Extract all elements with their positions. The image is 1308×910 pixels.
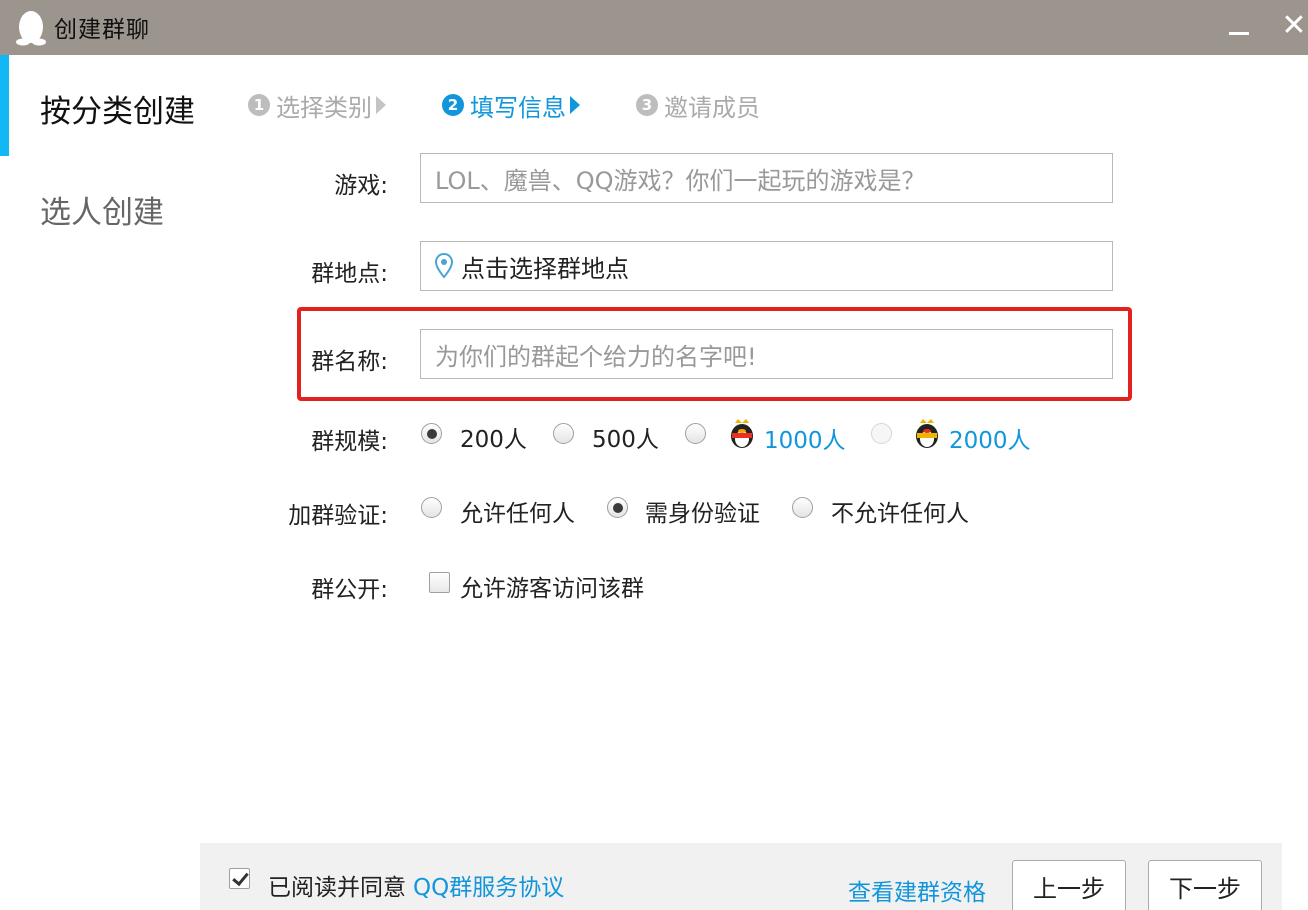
minimize-icon[interactable] xyxy=(1226,12,1252,42)
agree-text: 已阅读并同意 xyxy=(268,875,406,901)
verify-none-radio[interactable] xyxy=(792,497,813,518)
size-2000-radio[interactable] xyxy=(871,423,892,444)
step-invite-members: 3 邀请成员 xyxy=(636,88,760,122)
step-arrow-icon xyxy=(570,96,580,114)
allow-visitors-label: 允许游客访问该群 xyxy=(460,576,644,602)
location-label: 群地点: xyxy=(311,261,388,287)
sidebar-item-create-by-people[interactable]: 选人创建 xyxy=(40,187,164,232)
size-2000-label: 2000人 xyxy=(949,428,1031,454)
game-input-placeholder: LOL、魔兽、QQ游戏？你们一起玩的游戏是？ xyxy=(435,166,926,195)
step-number: 1 xyxy=(248,94,270,116)
group-name-label: 群名称: xyxy=(311,349,388,375)
step-label: 邀请成员 xyxy=(664,93,760,122)
step-label: 填写信息 xyxy=(470,93,566,122)
verify-anyone-label: 允许任何人 xyxy=(460,501,575,527)
size-200-label: 200人 xyxy=(460,427,527,453)
size-1000-radio[interactable] xyxy=(685,423,706,444)
close-icon[interactable]: ✕ xyxy=(1280,6,1308,46)
window-title: 创建群聊 xyxy=(54,17,150,43)
group-name-input[interactable]: 为你们的群起个给力的名字吧! xyxy=(420,329,1113,379)
group-name-placeholder: 为你们的群起个给力的名字吧! xyxy=(435,342,757,371)
prev-step-button[interactable]: 上一步 xyxy=(1012,860,1126,910)
step-label: 选择类别 xyxy=(276,93,372,122)
allow-visitors-checkbox[interactable] xyxy=(429,572,450,593)
size-500-radio[interactable] xyxy=(553,423,574,444)
verify-anyone-radio[interactable] xyxy=(421,497,442,518)
agree-checkbox[interactable] xyxy=(229,868,250,889)
view-qualification-link[interactable]: 查看建群资格 xyxy=(848,873,986,907)
size-500-label: 500人 xyxy=(592,427,659,453)
verify-identity-radio[interactable] xyxy=(607,497,628,518)
game-label: 游戏: xyxy=(334,173,388,199)
title-bar: 创建群聊 ✕ xyxy=(0,0,1308,55)
game-input[interactable]: LOL、魔兽、QQ游戏？你们一起玩的游戏是？ xyxy=(420,153,1113,203)
verify-identity-label: 需身份验证 xyxy=(645,501,760,527)
verify-label: 加群验证: xyxy=(288,503,388,529)
service-agreement-link[interactable]: QQ群服务协议 xyxy=(413,868,564,902)
next-step-button[interactable]: 下一步 xyxy=(1148,860,1262,910)
step-number: 3 xyxy=(636,94,658,116)
location-value: 点击选择群地点 xyxy=(461,254,629,283)
location-pin-icon xyxy=(435,253,453,279)
step-number: 2 xyxy=(442,94,464,116)
size-1000-label: 1000人 xyxy=(764,428,846,454)
sidebar-active-indicator xyxy=(0,55,9,156)
vip-penguin-red-icon xyxy=(731,419,753,448)
step-select-category: 1 选择类别 xyxy=(248,88,386,122)
group-size-label: 群规模: xyxy=(311,429,388,455)
vip-penguin-gold-icon xyxy=(916,419,938,448)
step-fill-info: 2 填写信息 xyxy=(442,88,580,122)
size-200-radio[interactable] xyxy=(421,423,442,444)
step-arrow-icon xyxy=(376,96,386,114)
location-input[interactable]: 点击选择群地点 xyxy=(420,241,1113,291)
public-label: 群公开: xyxy=(311,577,388,603)
sidebar-item-create-by-category[interactable]: 按分类创建 xyxy=(40,86,195,131)
verify-none-label: 不允许任何人 xyxy=(831,501,969,527)
qq-penguin-icon xyxy=(16,11,46,46)
